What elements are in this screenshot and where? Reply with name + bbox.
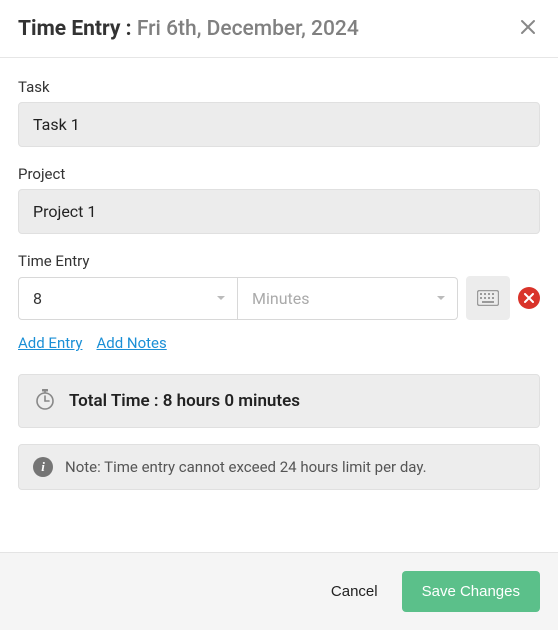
hours-select[interactable]: 8 xyxy=(18,277,238,320)
time-entry-field: Time Entry 8 Minutes xyxy=(18,252,540,352)
dialog-title-wrap: Time Entry : Fri 6th, December, 2024 xyxy=(18,17,359,41)
info-icon: i xyxy=(33,457,53,477)
task-label: Task xyxy=(18,78,540,96)
entry-links: Add Entry Add Notes xyxy=(18,334,540,352)
dialog-title: Time Entry : xyxy=(18,17,137,41)
minutes-select[interactable]: Minutes xyxy=(238,277,458,320)
task-value: Task 1 xyxy=(18,102,540,147)
note-text: Note: Time entry cannot exceed 24 hours … xyxy=(65,458,427,476)
close-icon[interactable] xyxy=(516,16,540,41)
hours-value: 8 xyxy=(18,277,238,320)
project-label: Project xyxy=(18,165,540,183)
project-value: Project 1 xyxy=(18,189,540,234)
total-time-text: Total Time : 8 hours 0 minutes xyxy=(69,391,300,411)
save-button[interactable]: Save Changes xyxy=(402,571,540,612)
time-entry-row: 8 Minutes xyxy=(18,276,540,320)
add-entry-link[interactable]: Add Entry xyxy=(18,334,82,352)
dialog-footer: Cancel Save Changes xyxy=(0,552,558,630)
cancel-button[interactable]: Cancel xyxy=(323,573,386,610)
minutes-placeholder: Minutes xyxy=(238,277,458,320)
total-time-box: Total Time : 8 hours 0 minutes xyxy=(18,374,540,428)
add-notes-link[interactable]: Add Notes xyxy=(96,334,166,352)
time-entry-label: Time Entry xyxy=(18,252,540,270)
stopwatch-icon xyxy=(33,387,57,415)
dialog-body: Task Task 1 Project Project 1 Time Entry… xyxy=(0,58,558,490)
project-field: Project Project 1 xyxy=(18,165,540,234)
note-box: i Note: Time entry cannot exceed 24 hour… xyxy=(18,444,540,490)
task-field: Task Task 1 xyxy=(18,78,540,147)
dialog-header: Time Entry : Fri 6th, December, 2024 xyxy=(0,0,558,58)
remove-entry-icon[interactable] xyxy=(518,287,540,309)
keyboard-icon[interactable] xyxy=(466,276,510,320)
dialog-date: Fri 6th, December, 2024 xyxy=(137,17,359,41)
